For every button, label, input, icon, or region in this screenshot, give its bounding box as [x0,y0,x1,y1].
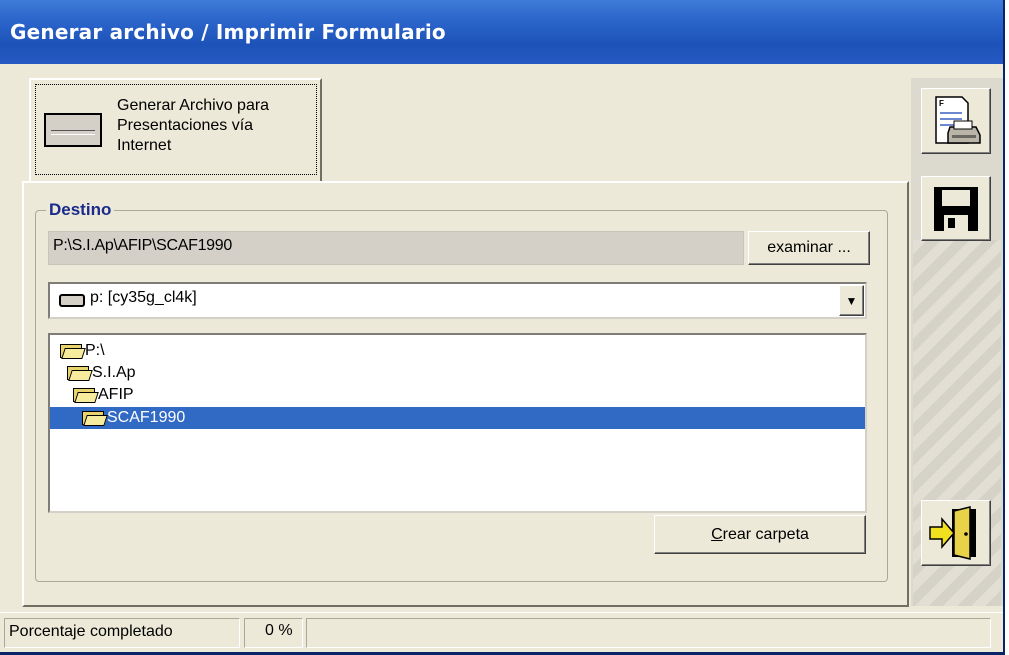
open-folder-icon [66,363,90,380]
save-disk-icon [934,187,978,231]
list-item-folder-scaf1990[interactable]: SCAF1990 [50,407,865,429]
destino-legend: Destino [46,200,115,220]
drive-icon [59,294,85,307]
window-title: Generar archivo / Imprimir Formulario [10,20,446,44]
exit-button[interactable] [921,500,991,566]
list-item-folder-afip[interactable]: AFIP [72,384,134,406]
destination-path-field: P:\S.I.Ap\AFIP\SCAF1990 [48,231,744,265]
create-folder-button[interactable]: Crear carpeta [654,515,866,554]
chevron-down-icon[interactable]: ▼ [839,285,864,316]
drive-slot-icon [44,113,102,147]
folder-list[interactable]: P:\ S.I.Ap AFIP SCAF1990 [48,333,867,513]
window-border [1003,0,1005,655]
save-button[interactable] [921,176,991,241]
status-empty-panel [306,618,991,648]
open-folder-icon [72,385,96,402]
open-folder-icon [59,341,83,358]
status-progress-label: Porcentaje completado [4,618,240,648]
svg-text:F: F [939,99,944,108]
open-folder-icon [81,408,105,425]
drive-select-value: p: [cy35g_cl4k] [90,289,197,306]
list-item-folder-root[interactable]: P:\ [59,340,105,362]
print-form-button[interactable]: F [921,88,991,154]
tab-label: Generar Archivo para Presentaciones vía … [117,97,270,154]
status-progress-value: 0 % [265,622,293,639]
list-item-folder-siap[interactable]: S.I.Ap [66,362,136,384]
exit-door-icon [929,506,976,560]
print-form-icon: F [935,96,981,144]
browse-button[interactable]: examinar ... [748,231,870,265]
